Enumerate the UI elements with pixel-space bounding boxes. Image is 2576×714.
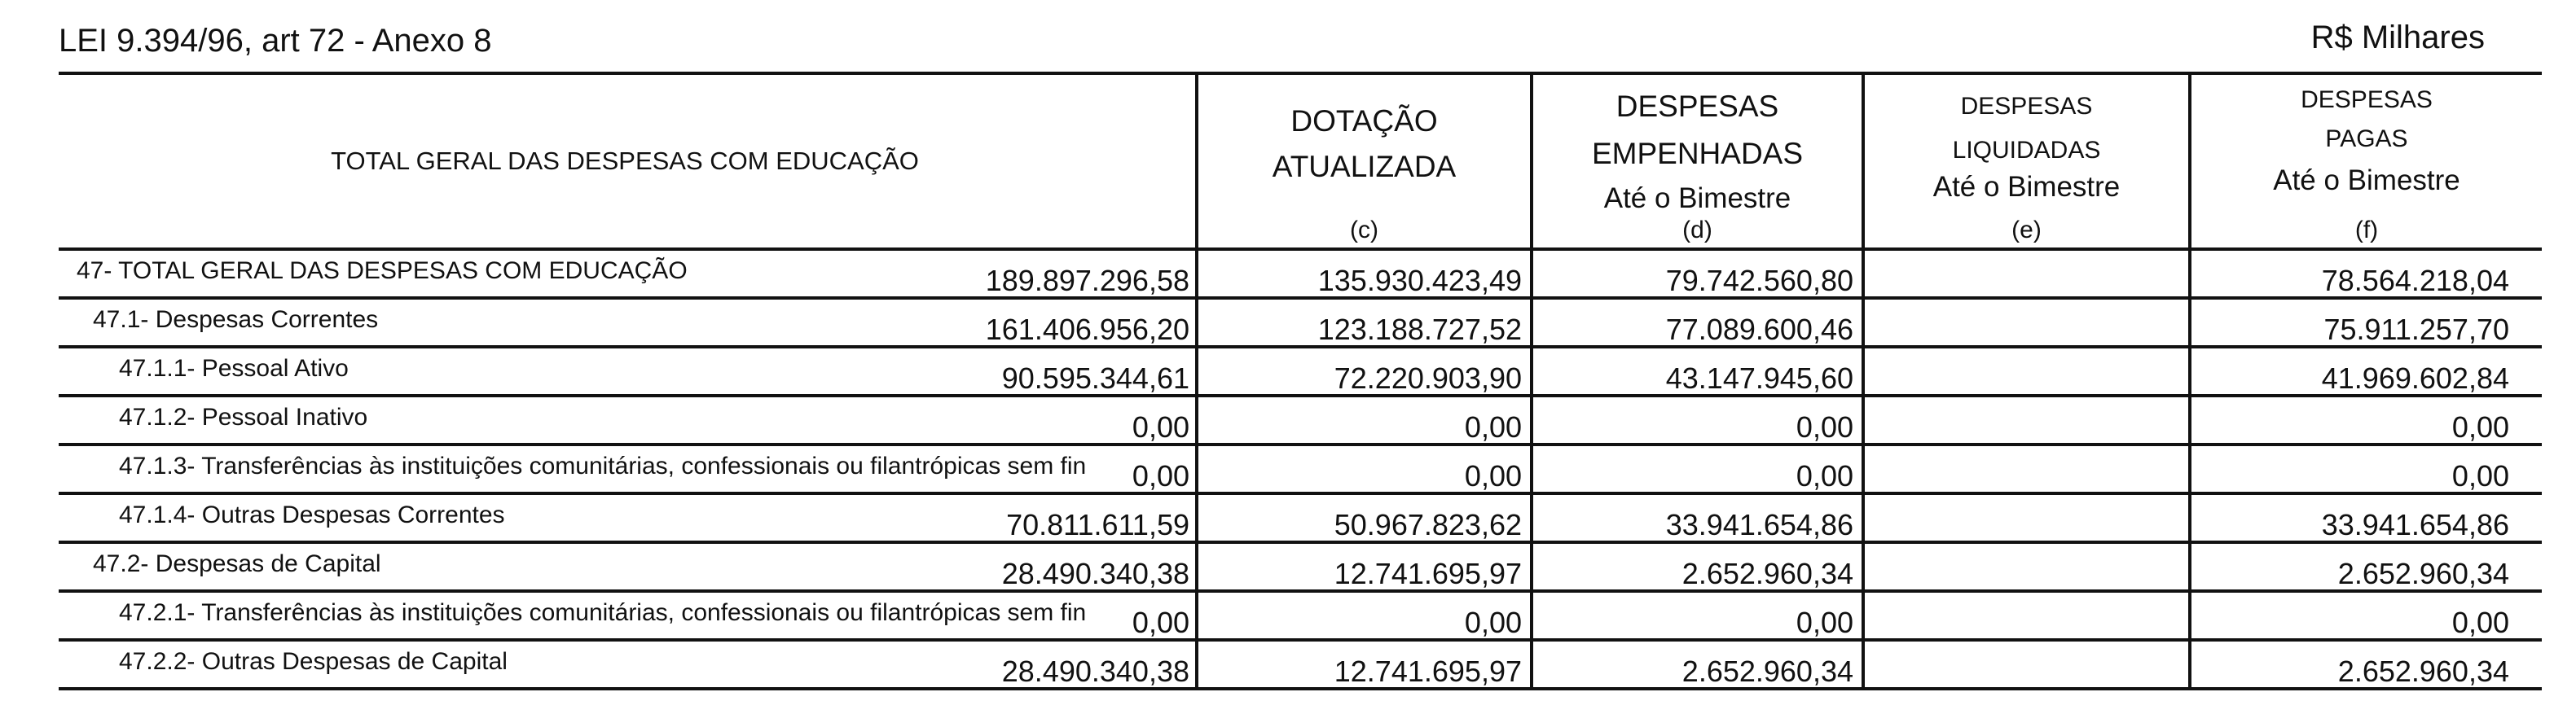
column-header-liquidadas: DESPESAS LIQUIDADAS Até o Bimestre (e) — [1865, 72, 2188, 247]
value-empenhadas: 12.741.695,97 — [1334, 557, 1522, 590]
value-pagas: 78.564.218,04 — [2321, 264, 2509, 297]
value-pagas: 33.941.654,86 — [2321, 508, 2509, 541]
column-header-line: ATUALIZADA — [1272, 150, 1457, 183]
value-pagas: 75.911.257,70 — [2323, 313, 2509, 346]
value-empenhadas: 0,00 — [1464, 410, 1522, 444]
column-code: (e) — [2011, 217, 2042, 243]
value-empenhadas: 0,00 — [1464, 606, 1522, 639]
value-dotacao: 70.811.611,59 — [1006, 508, 1189, 541]
table-row: 47.1.3- Transferências às instituições c… — [59, 446, 2542, 495]
value-pagas: 0,00 — [2451, 606, 2509, 639]
value-liquidadas: 2.652.960,34 — [1681, 557, 1853, 590]
column-header-line: Até o Bimestre — [2273, 164, 2460, 196]
column-header-line: LIQUIDADAS — [1952, 137, 2101, 164]
table-row: 47- TOTAL GERAL DAS DESPESAS COM EDUCAÇÃ… — [59, 251, 2542, 300]
row-label: 47.2- Despesas de Capital — [93, 550, 381, 577]
value-empenhadas: 135.930.423,49 — [1317, 264, 1522, 297]
row-label: 47.1- Despesas Correntes — [93, 306, 379, 333]
column-header-pagas: DESPESAS PAGAS Até o Bimestre (f) — [2191, 72, 2542, 247]
value-dotacao: 0,00 — [1132, 606, 1189, 639]
table-row: 47.1.4- Outras Despesas Correntes 70.811… — [59, 495, 2542, 544]
row-label: 47.2.1- Transferências às instituições c… — [119, 599, 1087, 626]
value-liquidadas: 79.742.560,80 — [1665, 264, 1853, 297]
value-empenhadas: 12.741.695,97 — [1334, 655, 1522, 688]
value-pagas: 2.652.960,34 — [2337, 655, 2509, 688]
value-pagas: 0,00 — [2451, 410, 2509, 444]
column-header-line: DESPESAS — [2301, 86, 2433, 113]
row-label: 47.2.2- Outras Despesas de Capital — [119, 648, 508, 675]
value-empenhadas: 123.188.727,52 — [1317, 313, 1522, 346]
column-header-line: PAGAS — [2325, 125, 2408, 152]
column-code: (f) — [2354, 217, 2379, 243]
value-dotacao: 161.406.956,20 — [985, 313, 1189, 346]
table-row: 47.2- Despesas de Capital 28.490.340,38 … — [59, 544, 2542, 593]
row-label: 47.1.3- Transferências às instituições c… — [119, 453, 1087, 480]
value-dotacao: 28.490.340,38 — [1001, 557, 1189, 590]
table-title: TOTAL GERAL DAS DESPESAS COM EDUCAÇÃO — [331, 147, 919, 175]
table-row: 47.1.1- Pessoal Ativo 90.595.344,61 72.2… — [59, 348, 2542, 397]
row-label: 47.1.1- Pessoal Ativo — [119, 355, 349, 382]
value-dotacao: 189.897.296,58 — [985, 264, 1189, 297]
currency-unit: R$ Milhares — [2310, 20, 2485, 55]
table-row: 47.2.1- Transferências às instituições c… — [59, 593, 2542, 642]
column-header-line: DESPESAS — [1960, 93, 2093, 120]
table-row: 47.1.2- Pessoal Inativo 0,00 0,00 0,00 0… — [59, 397, 2542, 446]
column-header-line: Até o Bimestre — [1932, 171, 2121, 203]
column-header-line: EMPENHADAS — [1591, 137, 1804, 170]
row-label: 47.1.2- Pessoal Inativo — [119, 404, 368, 431]
value-dotacao: 28.490.340,38 — [1001, 655, 1189, 688]
column-header-empenhadas: DESPESAS EMPENHADAS Até o Bimestre (d) — [1533, 72, 1862, 247]
column-header-dotacao: DOTAÇÃO ATUALIZADA (c) — [1198, 72, 1530, 247]
column-header-line: DOTAÇÃO — [1290, 104, 1438, 138]
value-dotacao: 90.595.344,61 — [1001, 361, 1189, 395]
value-liquidadas: 0,00 — [1796, 410, 1853, 444]
column-header-line: DESPESAS — [1615, 90, 1779, 123]
value-liquidadas: 43.147.945,60 — [1665, 361, 1853, 395]
value-empenhadas: 50.967.823,62 — [1334, 508, 1522, 541]
value-dotacao: 0,00 — [1132, 459, 1189, 493]
value-pagas: 2.652.960,34 — [2337, 557, 2509, 590]
value-liquidadas: 0,00 — [1796, 606, 1853, 639]
column-code: (c) — [1350, 217, 1378, 243]
value-dotacao: 0,00 — [1132, 410, 1189, 444]
value-pagas: 0,00 — [2451, 459, 2509, 493]
document-title: LEI 9.394/96, art 72 - Anexo 8 — [59, 23, 492, 59]
table-row: 47.2.2- Outras Despesas de Capital 28.49… — [59, 642, 2542, 690]
value-empenhadas: 0,00 — [1464, 459, 1522, 493]
value-pagas: 41.969.602,84 — [2321, 361, 2509, 395]
column-header-line: Até o Bimestre — [1603, 182, 1791, 214]
value-liquidadas: 77.089.600,46 — [1665, 313, 1853, 346]
value-empenhadas: 72.220.903,90 — [1334, 361, 1522, 395]
table-row: 47.1- Despesas Correntes 161.406.956,20 … — [59, 300, 2542, 348]
column-code: (d) — [1682, 217, 1712, 243]
row-label: 47.1.4- Outras Despesas Correntes — [119, 502, 505, 528]
value-liquidadas: 2.652.960,34 — [1681, 655, 1853, 688]
value-liquidadas: 33.941.654,86 — [1665, 508, 1853, 541]
row-label: 47- TOTAL GERAL DAS DESPESAS COM EDUCAÇÃ… — [77, 257, 688, 284]
value-liquidadas: 0,00 — [1796, 459, 1853, 493]
